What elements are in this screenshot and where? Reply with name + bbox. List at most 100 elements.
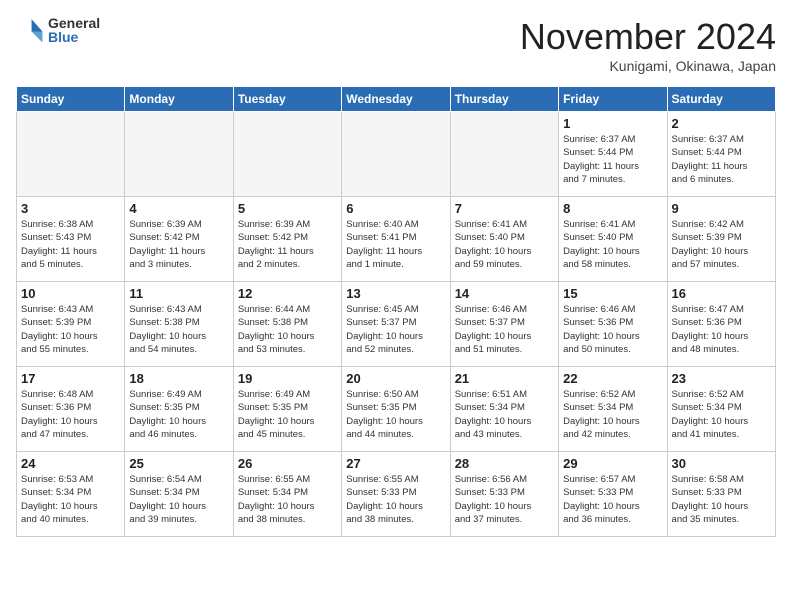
day-info: Sunrise: 6:45 AM Sunset: 5:37 PM Dayligh… — [346, 303, 445, 356]
day-number: 6 — [346, 201, 445, 216]
calendar-cell: 29Sunrise: 6:57 AM Sunset: 5:33 PM Dayli… — [559, 452, 667, 537]
day-info: Sunrise: 6:48 AM Sunset: 5:36 PM Dayligh… — [21, 388, 120, 441]
day-number: 17 — [21, 371, 120, 386]
calendar-cell: 19 Sunrise: 6:49 AM Sunset: 5:35 PM Dayli… — [233, 367, 341, 452]
day-info: Sunrise: 6:55 AM Sunset: 5:34 PM Dayligh… — [238, 473, 337, 526]
weekday-header: Monday — [125, 87, 233, 112]
day-number: 7 — [455, 201, 554, 216]
day-info: Sunrise: 6:53 AM Sunset: 5:34 PM Dayligh… — [21, 473, 120, 526]
day-info: Sunrise: 6:47 AM Sunset: 5:36 PM Dayligh… — [672, 303, 771, 356]
calendar-cell: 1 Sunrise: 6:37 AM Sunset: 5:44 PM Daylig… — [559, 112, 667, 197]
day-number: 12 — [238, 286, 337, 301]
calendar-cell: 6Sunrise: 6:40 AM Sunset: 5:41 PM Daylig… — [342, 197, 450, 282]
calendar-cell: 26Sunrise: 6:55 AM Sunset: 5:34 PM Dayli… — [233, 452, 341, 537]
day-number: 15 — [563, 286, 662, 301]
page-header: General Blue November 2024 Kunigami, Oki… — [16, 16, 776, 74]
day-info: Sunrise: 6:56 AM Sunset: 5:33 PM Dayligh… — [455, 473, 554, 526]
logo-icon — [16, 16, 44, 44]
day-number: 16 — [672, 286, 771, 301]
logo-blue-text: Blue — [48, 30, 100, 44]
logo-general-text: General — [48, 16, 100, 30]
calendar-body: 1 Sunrise: 6:37 AM Sunset: 5:44 PM Daylig… — [17, 112, 776, 537]
day-info: Sunrise: 6:42 AM Sunset: 5:39 PM Dayligh… — [672, 218, 771, 271]
calendar-week-row: 10Sunrise: 6:43 AM Sunset: 5:39 PM Dayli… — [17, 282, 776, 367]
calendar-week-row: 24 Sunrise: 6:53 AM Sunset: 5:34 PM Dayli… — [17, 452, 776, 537]
day-info: Sunrise: 6:55 AM Sunset: 5:33 PM Dayligh… — [346, 473, 445, 526]
calendar-cell: 24 Sunrise: 6:53 AM Sunset: 5:34 PM Dayli… — [17, 452, 125, 537]
calendar-cell: 8 Sunrise: 6:41 AM Sunset: 5:40 PM Daylig… — [559, 197, 667, 282]
calendar-cell: 21 Sunrise: 6:51 AM Sunset: 5:34 PM Dayli… — [450, 367, 558, 452]
day-info: Sunrise: 6:41 AM Sunset: 5:40 PM Dayligh… — [563, 218, 662, 271]
calendar-cell — [342, 112, 450, 197]
day-number: 13 — [346, 286, 445, 301]
day-number: 9 — [672, 201, 771, 216]
day-number: 4 — [129, 201, 228, 216]
day-number: 19 — [238, 371, 337, 386]
calendar-header: SundayMondayTuesdayWednesdayThursdayFrid… — [17, 87, 776, 112]
calendar-week-row: 17 Sunrise: 6:48 AM Sunset: 5:36 PM Dayli… — [17, 367, 776, 452]
calendar-week-row: 3 Sunrise: 6:38 AM Sunset: 5:43 PM Daylig… — [17, 197, 776, 282]
weekday-header: Sunday — [17, 87, 125, 112]
calendar-cell: 25Sunrise: 6:54 AM Sunset: 5:34 PM Dayli… — [125, 452, 233, 537]
calendar-cell: 3 Sunrise: 6:38 AM Sunset: 5:43 PM Daylig… — [17, 197, 125, 282]
weekday-header: Thursday — [450, 87, 558, 112]
calendar-cell: 14Sunrise: 6:46 AM Sunset: 5:37 PM Dayli… — [450, 282, 558, 367]
calendar-cell: 12Sunrise: 6:44 AM Sunset: 5:38 PM Dayli… — [233, 282, 341, 367]
calendar-cell — [125, 112, 233, 197]
calendar-week-row: 1 Sunrise: 6:37 AM Sunset: 5:44 PM Daylig… — [17, 112, 776, 197]
day-number: 23 — [672, 371, 771, 386]
day-info: Sunrise: 6:50 AM Sunset: 5:35 PM Dayligh… — [346, 388, 445, 441]
weekday-header: Saturday — [667, 87, 775, 112]
day-info: Sunrise: 6:51 AM Sunset: 5:34 PM Dayligh… — [455, 388, 554, 441]
calendar-cell: 30 Sunrise: 6:58 AM Sunset: 5:33 PM Dayli… — [667, 452, 775, 537]
day-info: Sunrise: 6:46 AM Sunset: 5:36 PM Dayligh… — [563, 303, 662, 356]
calendar-cell: 20Sunrise: 6:50 AM Sunset: 5:35 PM Dayli… — [342, 367, 450, 452]
day-number: 18 — [129, 371, 228, 386]
location-text: Kunigami, Okinawa, Japan — [520, 58, 776, 74]
calendar-cell: 7Sunrise: 6:41 AM Sunset: 5:40 PM Daylig… — [450, 197, 558, 282]
logo-text: General Blue — [48, 16, 100, 44]
day-number: 30 — [672, 456, 771, 471]
day-info: Sunrise: 6:37 AM Sunset: 5:44 PM Dayligh… — [563, 133, 662, 186]
title-block: November 2024 Kunigami, Okinawa, Japan — [520, 16, 776, 74]
calendar-cell: 18 Sunrise: 6:49 AM Sunset: 5:35 PM Dayli… — [125, 367, 233, 452]
day-number: 22 — [563, 371, 662, 386]
weekday-header: Wednesday — [342, 87, 450, 112]
weekday-header: Tuesday — [233, 87, 341, 112]
day-number: 11 — [129, 286, 228, 301]
calendar-cell: 5Sunrise: 6:39 AM Sunset: 5:42 PM Daylig… — [233, 197, 341, 282]
day-number: 27 — [346, 456, 445, 471]
calendar-cell: 23 Sunrise: 6:52 AM Sunset: 5:34 PM Dayli… — [667, 367, 775, 452]
calendar-cell: 11 Sunrise: 6:43 AM Sunset: 5:38 PM Dayli… — [125, 282, 233, 367]
calendar-cell — [233, 112, 341, 197]
day-number: 14 — [455, 286, 554, 301]
day-number: 5 — [238, 201, 337, 216]
day-info: Sunrise: 6:39 AM Sunset: 5:42 PM Dayligh… — [129, 218, 228, 271]
logo: General Blue — [16, 16, 100, 44]
month-title: November 2024 — [520, 16, 776, 58]
calendar-cell: 16 Sunrise: 6:47 AM Sunset: 5:36 PM Dayli… — [667, 282, 775, 367]
day-info: Sunrise: 6:43 AM Sunset: 5:38 PM Dayligh… — [129, 303, 228, 356]
day-info: Sunrise: 6:43 AM Sunset: 5:39 PM Dayligh… — [21, 303, 120, 356]
day-info: Sunrise: 6:52 AM Sunset: 5:34 PM Dayligh… — [672, 388, 771, 441]
day-number: 24 — [21, 456, 120, 471]
day-number: 29 — [563, 456, 662, 471]
day-info: Sunrise: 6:52 AM Sunset: 5:34 PM Dayligh… — [563, 388, 662, 441]
day-info: Sunrise: 6:49 AM Sunset: 5:35 PM Dayligh… — [238, 388, 337, 441]
calendar-table: SundayMondayTuesdayWednesdayThursdayFrid… — [16, 86, 776, 537]
day-info: Sunrise: 6:49 AM Sunset: 5:35 PM Dayligh… — [129, 388, 228, 441]
day-number: 1 — [563, 116, 662, 131]
calendar-cell: 27 Sunrise: 6:55 AM Sunset: 5:33 PM Dayli… — [342, 452, 450, 537]
calendar-cell: 15 Sunrise: 6:46 AM Sunset: 5:36 PM Dayli… — [559, 282, 667, 367]
day-number: 2 — [672, 116, 771, 131]
calendar-cell — [17, 112, 125, 197]
calendar-cell: 2 Sunrise: 6:37 AM Sunset: 5:44 PM Daylig… — [667, 112, 775, 197]
calendar-cell: 28 Sunrise: 6:56 AM Sunset: 5:33 PM Dayli… — [450, 452, 558, 537]
day-info: Sunrise: 6:38 AM Sunset: 5:43 PM Dayligh… — [21, 218, 120, 271]
day-number: 3 — [21, 201, 120, 216]
day-number: 8 — [563, 201, 662, 216]
day-number: 28 — [455, 456, 554, 471]
day-info: Sunrise: 6:37 AM Sunset: 5:44 PM Dayligh… — [672, 133, 771, 186]
day-number: 21 — [455, 371, 554, 386]
day-info: Sunrise: 6:58 AM Sunset: 5:33 PM Dayligh… — [672, 473, 771, 526]
